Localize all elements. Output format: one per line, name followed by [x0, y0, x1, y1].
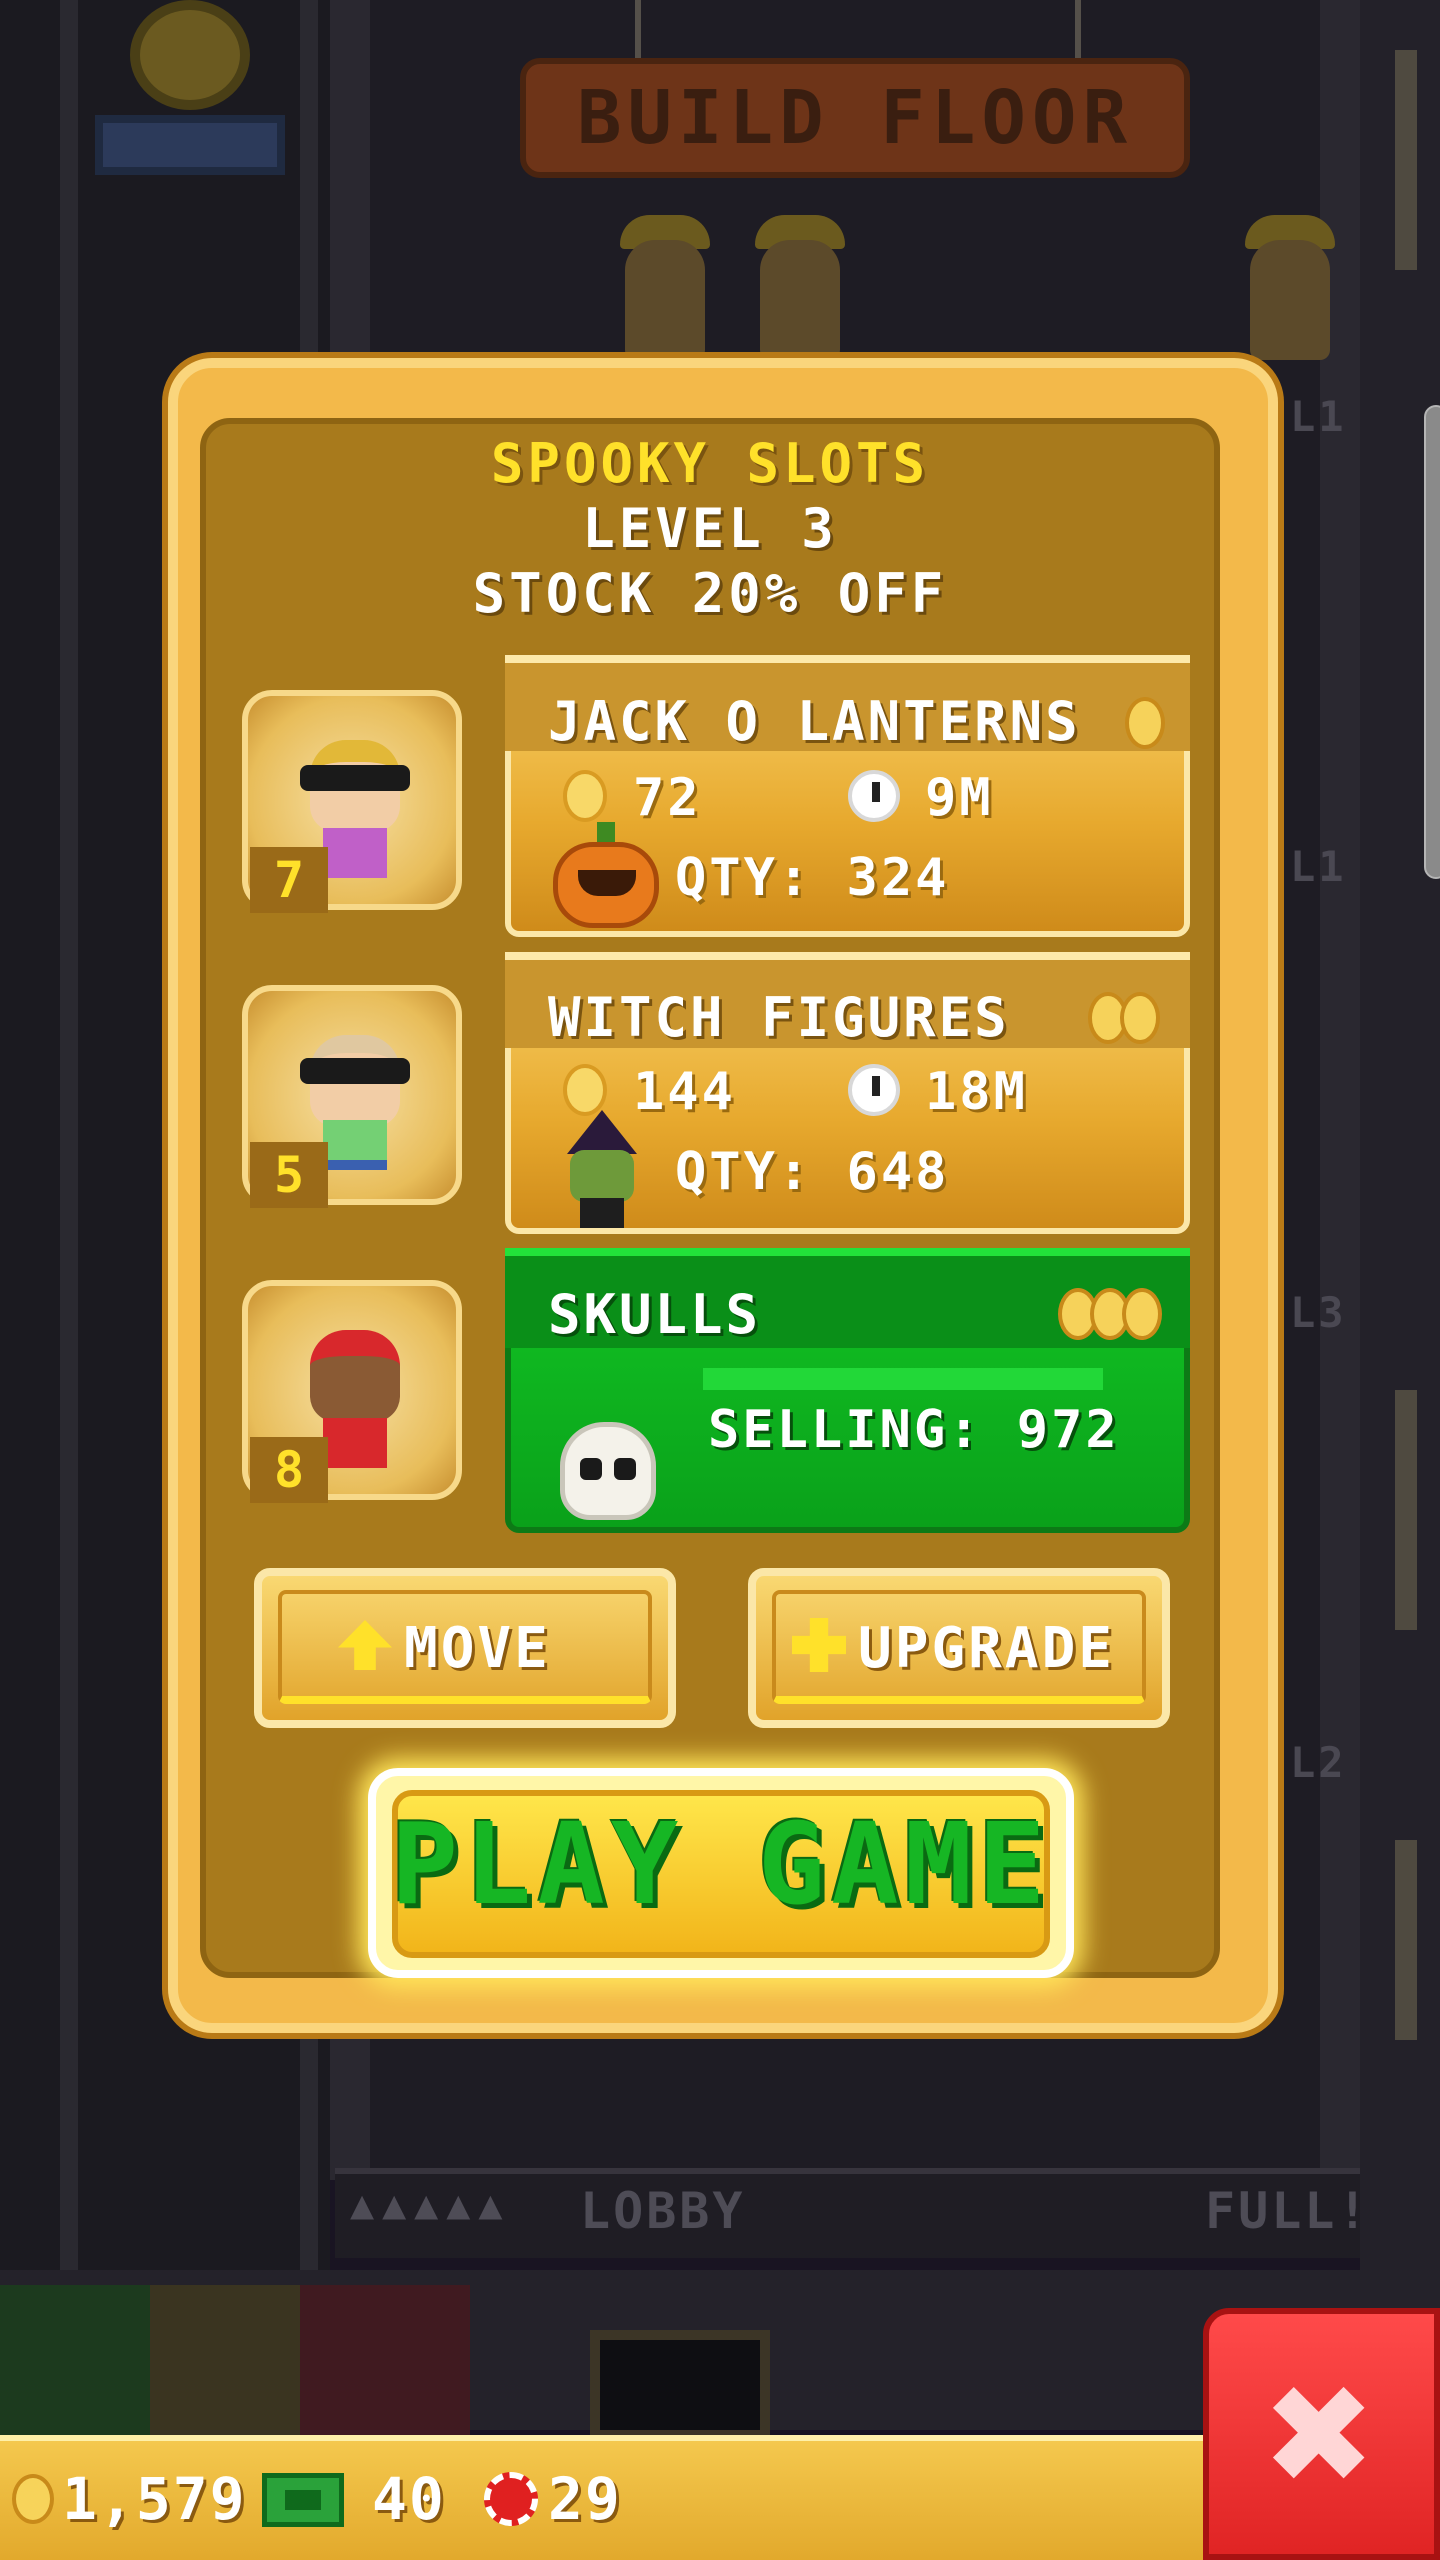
close-button[interactable]: ✖	[1203, 2308, 1440, 2560]
stock-quantity: QTY: 324	[675, 848, 950, 908]
stock-time: 9M	[925, 768, 994, 828]
stock-name: WITCH FIGURES	[548, 986, 1010, 1049]
floor-label: L1	[1290, 842, 1347, 891]
scrollbar-thumb[interactable]	[1424, 405, 1440, 879]
clock-icon	[848, 1064, 900, 1116]
tower-bux-icon	[262, 2473, 344, 2527]
lobby-occupancy-icons: ▲▲▲▲▲	[350, 2182, 511, 2228]
coin-icon	[563, 770, 607, 822]
construction-worker-icon	[760, 240, 840, 360]
construction-worker-icon	[1250, 240, 1330, 360]
elevator-wheel-icon	[130, 0, 250, 110]
tier-coin-icon	[1120, 992, 1160, 1044]
bux-count: 40	[372, 2465, 446, 2533]
worker-level-badge: 7	[250, 847, 328, 913]
glasses-icon	[300, 765, 410, 791]
pumpkin-face	[578, 870, 636, 896]
lobby-status: FULL!	[1205, 2182, 1371, 2240]
floor-label: L2	[1290, 1738, 1347, 1787]
worker-shirt	[323, 1418, 387, 1468]
floor-label: L3	[1290, 1288, 1347, 1337]
construction-worker-icon	[625, 240, 705, 360]
floor-level: LEVEL 3	[582, 497, 838, 560]
stock-discount: STOCK 20% OFF	[472, 562, 948, 625]
sign-rope	[1075, 0, 1081, 60]
upgrade-label: UPGRADE	[858, 1616, 1116, 1681]
skull-eye	[614, 1458, 636, 1480]
witch-body	[580, 1198, 624, 1228]
coins-menu-button[interactable]	[0, 2285, 150, 2435]
stock-name: SKULLS	[548, 1283, 762, 1346]
floor-label: L1	[1290, 392, 1347, 441]
clock-icon	[848, 770, 900, 822]
elevator-button[interactable]	[300, 2285, 470, 2435]
stock-cost: 72	[633, 768, 702, 828]
elevator-car[interactable]	[95, 115, 285, 175]
lobby-door	[590, 2330, 770, 2440]
worker-shirt	[323, 1120, 387, 1170]
build-floor-sign[interactable]: BUILD FLOOR	[520, 58, 1190, 178]
stock-quantity: QTY: 648	[675, 1142, 950, 1202]
stock-cost: 144	[633, 1062, 736, 1122]
worker-level-badge: 5	[250, 1142, 328, 1208]
lobby-label: LOBBY	[580, 2182, 746, 2240]
coin-icon	[12, 2474, 54, 2524]
sign-rope	[635, 0, 641, 60]
chip-count: 29	[548, 2465, 622, 2533]
coin-icon	[563, 1064, 607, 1116]
skull-eye	[580, 1458, 602, 1480]
stock-name: JACK O LANTERNS	[548, 690, 1081, 753]
tier-coin-icon	[1125, 697, 1165, 749]
move-label: MOVE	[404, 1616, 551, 1681]
shaft-light	[1395, 50, 1417, 270]
shaft-rail	[60, 0, 78, 2300]
skull-icon	[560, 1422, 656, 1520]
stock-time: 18M	[925, 1062, 1028, 1122]
casino-chip-icon	[484, 2472, 538, 2526]
worker-shirt	[323, 828, 387, 878]
shaft-light	[1395, 1390, 1417, 1630]
shaft-light	[1395, 1840, 1417, 2040]
tier-coin-icon	[1122, 1288, 1162, 1340]
selling-status: SELLING: 972	[708, 1400, 1120, 1460]
coin-count: 1,579	[62, 2465, 247, 2533]
glasses-icon	[300, 1058, 410, 1084]
build-tool-button[interactable]	[150, 2285, 300, 2435]
close-icon: ✖	[1267, 2329, 1376, 2538]
play-game-label: PLAY GAME	[390, 1800, 1052, 1930]
selling-progress-bar	[703, 1368, 1103, 1390]
bellhop-head	[310, 1330, 400, 1422]
witch-figure-icon	[570, 1150, 634, 1202]
floor-title: SPOOKY SLOTS	[490, 432, 930, 495]
worker-level-badge: 8	[250, 1437, 328, 1503]
